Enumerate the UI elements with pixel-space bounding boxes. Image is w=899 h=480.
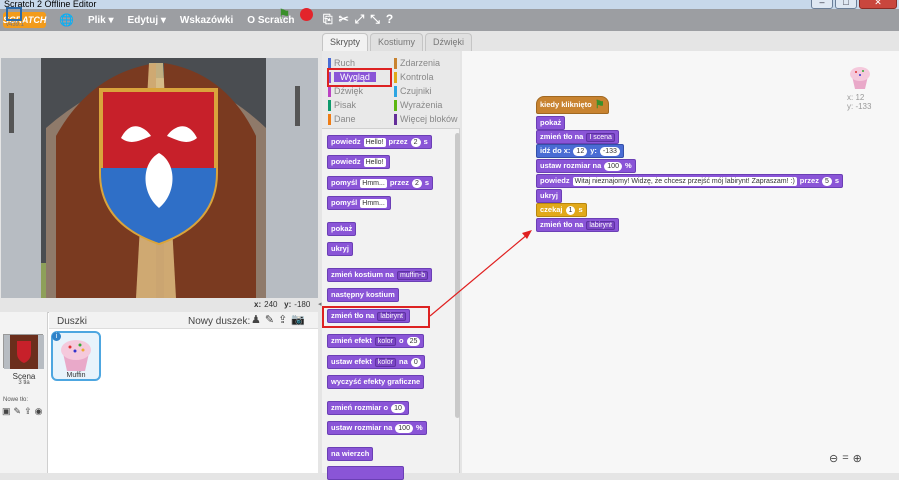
- zoom-in-icon[interactable]: ⊕: [853, 452, 862, 465]
- annotation-arrow: [429, 230, 532, 317]
- zoom-reset-icon[interactable]: =: [842, 452, 848, 465]
- zoom-controls: ⊖ = ⊕: [829, 452, 862, 465]
- zoom-out-icon[interactable]: ⊖: [829, 452, 838, 465]
